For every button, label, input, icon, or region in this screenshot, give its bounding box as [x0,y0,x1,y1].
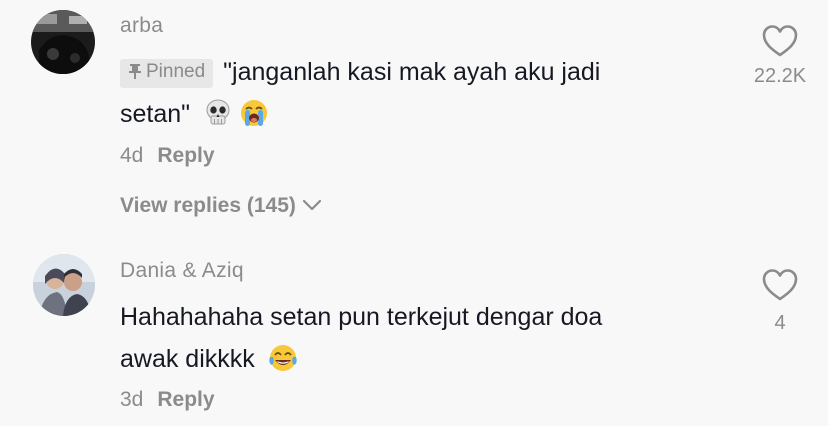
avatar[interactable] [33,254,95,316]
comment-text-line1: "janganlah kasi mak ayah aku jadi [223,58,601,86]
skull-emoji [203,98,233,128]
comment-age: 3d [120,388,144,411]
comment-item: Dania & Aziq Hahahahaha setan pun terkej… [0,240,828,426]
reply-button[interactable]: Reply [157,388,214,411]
comment-age: 4d [120,144,144,167]
reply-button[interactable]: Reply [157,144,214,167]
avatar[interactable] [31,10,95,74]
like-section: 22.2K [730,24,828,88]
heart-outline-icon[interactable] [730,268,828,302]
pin-icon [128,62,142,86]
comment-text-line2: setan" [120,100,191,128]
comment-meta: 4d Reply [120,144,215,168]
like-section: 4 [730,268,828,335]
comment-item: arba Pinned "janganlah kasi mak ayah aku … [0,0,828,240]
comment-username[interactable]: Dania & Aziq [120,259,244,283]
pinned-badge: Pinned [120,59,214,88]
comment-text: Hahahahaha setan pun terkejut dengar doa… [120,296,710,380]
view-replies-button[interactable]: View replies (145) [120,193,322,218]
chevron-down-icon [302,193,322,217]
heart-outline-icon[interactable] [730,24,828,58]
face-with-tears-of-joy-emoji [268,343,298,373]
like-count: 22.2K [753,65,807,87]
comments-list: arba Pinned "janganlah kasi mak ayah aku … [0,0,828,426]
comment-username[interactable]: arba [120,14,163,38]
loudly-crying-face-emoji [239,98,269,128]
comment-meta: 3d Reply [120,388,215,412]
pinned-label: Pinned [146,61,206,82]
comment-text-line2: awak dikkkk [120,345,255,373]
view-replies-label: View replies (145) [120,194,296,217]
comment-text-line1: Hahahahaha setan pun terkejut dengar doa [120,303,603,331]
comment-text: Pinned "janganlah kasi mak ayah aku jadi … [120,51,710,135]
like-count: 4 [774,312,786,334]
